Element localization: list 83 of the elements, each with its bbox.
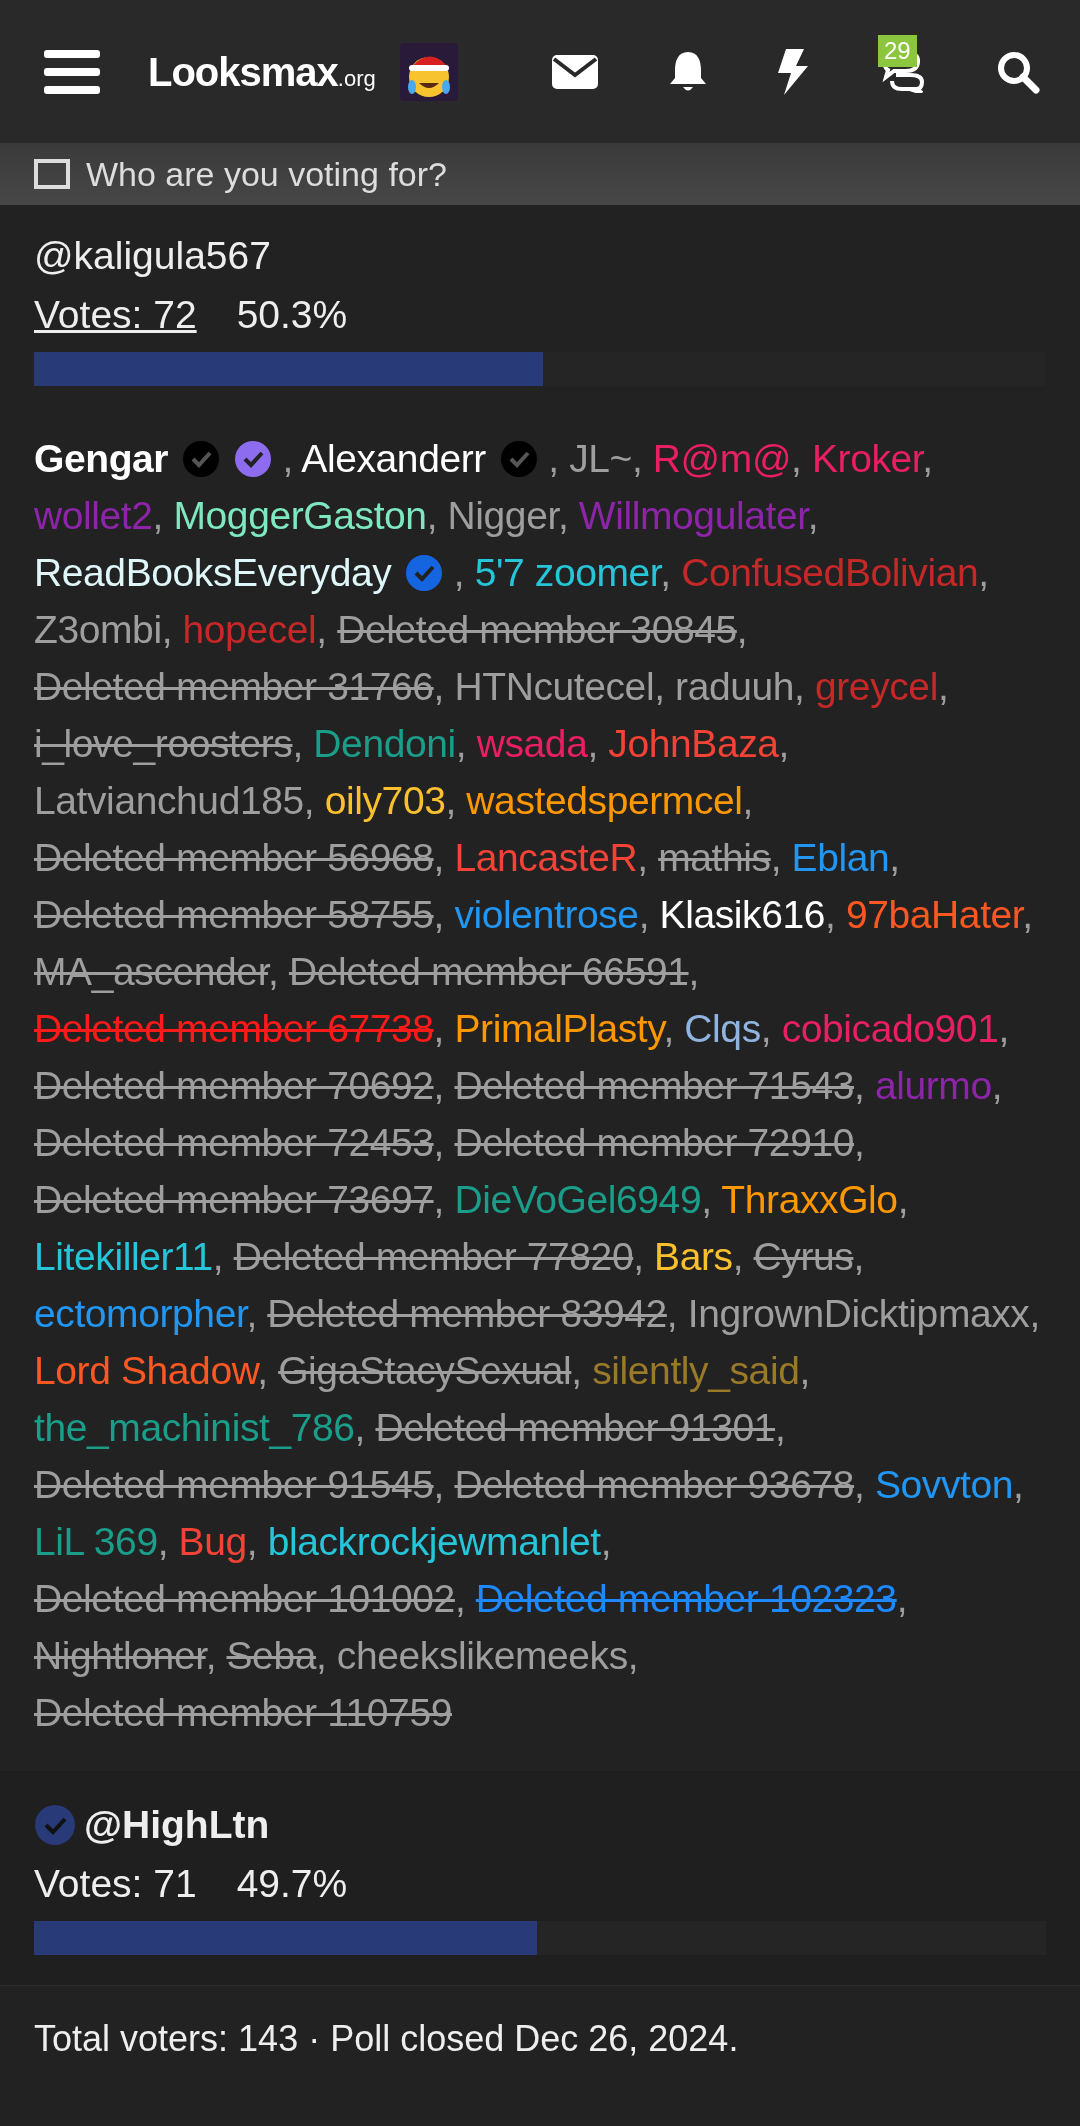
username-link[interactable]: Deleted member 67738 [34,1007,434,1050]
username-link[interactable]: HTNcutecel [454,665,655,708]
lightning-icon[interactable] [778,48,808,95]
site-logo[interactable]: Looksmax.org [148,41,376,102]
username-link[interactable]: Deleted member 71543 [454,1064,855,1107]
username-link[interactable]: wastedspermcel [466,779,743,822]
username-link[interactable]: Nightloner [34,1634,206,1677]
notification-count: 29 [878,34,917,67]
username-link[interactable]: Litekiller11 [34,1235,213,1278]
username-link[interactable]: PrimalPlasty [454,1007,664,1050]
search-icon[interactable] [996,49,1040,94]
username-link[interactable]: JL~ [569,437,632,480]
username-link[interactable]: Z3ombi [34,608,162,651]
username-link[interactable]: i_love_roosters [34,722,293,765]
username-link[interactable]: MoggerGaston [173,494,427,537]
menu-icon[interactable] [44,47,100,96]
username-link[interactable]: Deleted member 72453 [34,1121,434,1164]
username-link[interactable]: raduuh [675,665,795,708]
username-link[interactable]: Cyrus [753,1235,854,1278]
username-link[interactable]: ReadBooksEveryday [34,551,392,594]
username-link[interactable]: Deleted member 73697 [34,1178,434,1221]
username-link[interactable]: Deleted member 70692 [34,1064,434,1107]
username-link[interactable]: Deleted member 83942 [267,1292,667,1335]
username-link[interactable]: mathis [658,836,771,879]
username-link[interactable]: LiL 369 [34,1520,158,1563]
username-link[interactable]: blackrockjewmanlet [267,1520,601,1563]
username-link[interactable]: ThraxxGlo [721,1178,898,1221]
username-link[interactable]: Deleted member 72910 [454,1121,855,1164]
voter-list: Gengar , Alexanderr , JL~, R@m@, Kroker, wollet2, MoggerGaston, Nigger, Willmogulater, ReadBooksEveryday , 5'7 zoomer, ConfusedBolivian, Z3ombi, hopecel, Deleted member 30845, Deleted member 31766, HTNcutecel, raduuh, greycel, i_love_roosters, Dendoni, wsada, JohnBaza, Latvianchud185, oily703, wastedspermcel, Deleted member 56968, LancasteR, mathis, Eblan, Deleted member 58755, violentrose, Klasik616, 97baHater, MA_ascender, Deleted member 66591, Deleted member 67738, PrimalPlasty, Clqs, cobicado901, Deleted member 70692, Deleted member 71543, alurmo, Deleted member 72453, Deleted member 72910, Deleted member 73697, DieVoGel6949, ThraxxGlo, Litekiller11, Deleted member 77820, Bars, Cyrus, ectomorpher, Deleted member 83942, IngrownDicktipmaxx, Lord Shadow, GigaStacySexual, silently_said, the_machinist_786, Deleted member 91301, Deleted member 91545, Deleted member 93678, Sovvton, LiL 369, Bug, blackrockjewmanlet, Deleted member 101002, Deleted member 102323, Nightloner, Seba, cheekslikemeeks, Deleted member 110759 [34,430,1046,1741]
username-link[interactable]: Bars [654,1235,733,1278]
username-link[interactable]: GigaStacySexual [278,1349,572,1392]
username-link[interactable]: silently_said [592,1349,800,1392]
emoji-avatar[interactable] [399,42,458,101]
username-link[interactable]: Deleted member 93678 [454,1463,855,1506]
username-link[interactable]: Seba [226,1634,316,1677]
username-link[interactable]: wsada [476,722,588,765]
vote-percent: 49.7% [236,1860,348,1907]
username-link[interactable]: cheekslikemeeks [336,1634,628,1677]
username-link[interactable]: LancasteR [454,836,638,879]
vote-count: Votes: 71 [34,1860,197,1907]
vote-count[interactable]: Votes: 72 [34,285,197,344]
username-link[interactable]: Deleted member 31766 [34,665,434,708]
poll-summary: Total voters: 143 · Poll closed Dec 26, 2024. [0,1985,1080,2092]
vote-percent: 50.3% [236,291,348,338]
poll-question: Who are you voting for? [86,153,447,195]
username-link[interactable]: the_machinist_786 [34,1406,355,1449]
checkbox-icon [34,159,70,189]
username-link[interactable]: Nigger [447,494,558,537]
mail-icon[interactable] [552,54,598,89]
username-link[interactable]: DieVoGel6949 [454,1178,702,1221]
username-link[interactable]: ectomorpher [34,1292,247,1335]
username-link[interactable]: Deleted member 56968 [34,836,434,879]
username-link[interactable]: Kroker [811,437,923,480]
username-link[interactable]: Sovvton [874,1463,1014,1506]
username-link[interactable]: Latvianchud185 [34,779,304,822]
username-link[interactable]: IngrownDicktipmaxx [687,1292,1030,1335]
username-link[interactable]: Bug [178,1520,247,1563]
username-link[interactable]: Deleted member 30845 [337,608,737,651]
username-link[interactable]: 5'7 zoomer [474,551,661,594]
username-link[interactable]: Deleted member 91301 [375,1406,776,1449]
username-link[interactable]: MA_ascender [34,950,269,993]
username-link[interactable]: Alexanderr [301,437,486,480]
username-link[interactable]: Deleted member 91545 [34,1463,434,1506]
username-link[interactable]: Deleted member 101002 [34,1577,455,1620]
username-link[interactable]: 97baHater [845,893,1023,936]
username-link[interactable]: Deleted member 77820 [233,1235,634,1278]
username-link[interactable]: violentrose [454,893,639,936]
username-link[interactable]: oily703 [324,779,446,822]
username-link[interactable]: Lord Shadow [34,1349,258,1392]
username-link[interactable]: R@m@ [652,437,792,480]
username-link[interactable]: Klasik616 [659,893,826,936]
username-link[interactable]: Deleted member 66591 [288,950,689,993]
username-link[interactable]: Deleted member 58755 [34,893,434,936]
username-link[interactable]: Deleted member 110759 [34,1691,452,1734]
username-link[interactable]: Eblan [791,836,890,879]
username-link[interactable]: JohnBaza [608,722,779,765]
username-link[interactable]: Deleted member 102323 [475,1577,897,1620]
username-link[interactable]: cobicado901 [781,1007,999,1050]
username-link[interactable]: Gengar [34,437,169,480]
option-name: @HighLtn [84,1802,270,1848]
option-name: @kaligula567 [34,233,271,279]
username-link[interactable]: Clqs [684,1007,761,1050]
username-link[interactable]: Dendoni [313,722,456,765]
